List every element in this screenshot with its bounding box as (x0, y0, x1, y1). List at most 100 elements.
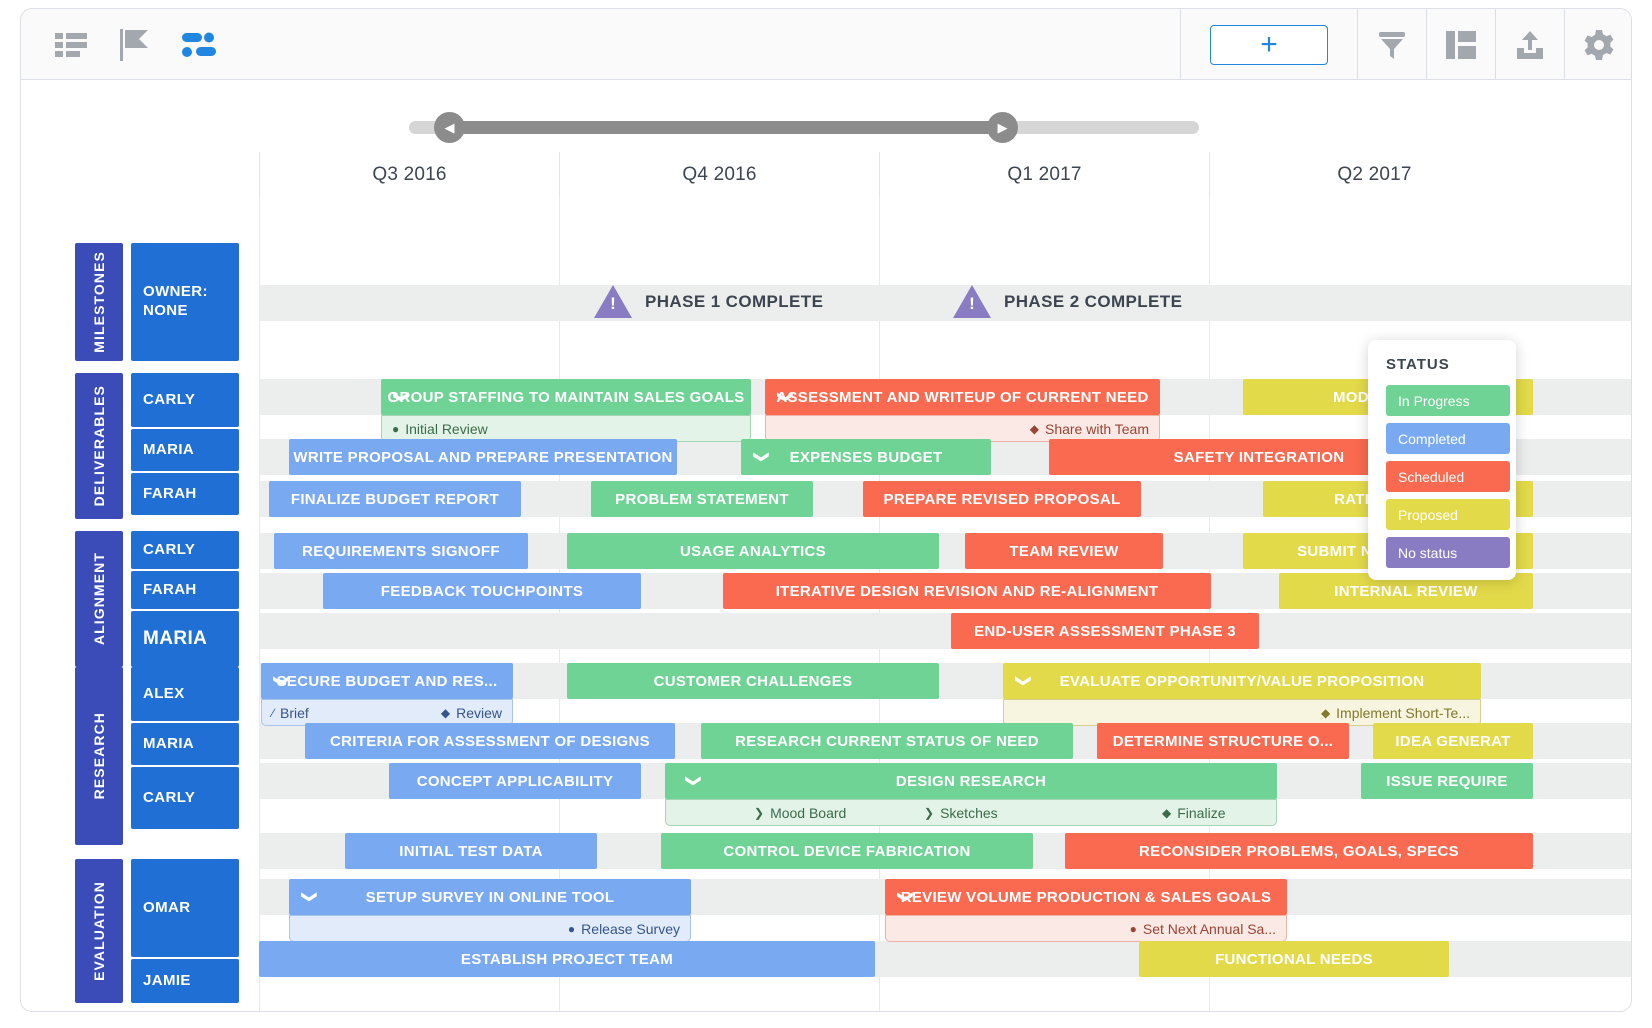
group-label-milestones: MILESTONES (91, 251, 107, 353)
task-bar[interactable]: DETERMINE STRUCTURE O... (1097, 723, 1349, 759)
group-header-milestones[interactable]: MILESTONES (75, 243, 123, 361)
owner-evaluation-jamie[interactable]: JAMIE (131, 959, 239, 1003)
task-bar[interactable]: CONTROL DEVICE FABRICATION (661, 833, 1033, 869)
warning-triangle-icon (953, 285, 991, 318)
milestone-phase-2[interactable]: PHASE 2 COMPLETE (953, 285, 1182, 318)
task-bar[interactable]: ❯ DESIGN RESEARCH (665, 763, 1277, 799)
task-bar[interactable]: ❯ EXPENSES BUDGET (741, 439, 991, 475)
task-bar-label: TEAM REVIEW (1009, 542, 1119, 560)
status-chip-scheduled[interactable]: Scheduled (1386, 461, 1510, 492)
group-header-alignment[interactable]: ALIGNMENT (75, 531, 123, 667)
quarter-header-q1-2017: Q1 2017 (879, 152, 1209, 197)
task-bar[interactable]: END-USER ASSESSMENT PHASE 3 (951, 613, 1259, 649)
subbar-label: Share with Team (1044, 420, 1149, 437)
group-header-evaluation[interactable]: EVALUATION (75, 859, 123, 1003)
filter-icon[interactable] (1358, 9, 1426, 80)
diamond-icon: ◆ (440, 705, 451, 720)
task-bar-label: ASSESSMENT AND WRITEUP OF CURRENT NEED (776, 388, 1149, 406)
task-bar[interactable]: CUSTOMER CHALLENGES (567, 663, 939, 699)
task-bar[interactable]: PROBLEM STATEMENT (591, 481, 813, 517)
task-subbar[interactable]: ◆ Share with Team (765, 415, 1160, 442)
task-bar[interactable]: RESEARCH CURRENT STATUS OF NEED (701, 723, 1073, 759)
group-header-deliverables[interactable]: DELIVERABLES (75, 373, 123, 519)
warning-triangle-icon (594, 285, 632, 318)
task-bar[interactable]: CONCEPT APPLICABILITY (389, 763, 641, 799)
timeline-range-slider[interactable]: ◀ ▶ (409, 112, 1199, 143)
status-chip-no-status[interactable]: No status (1386, 537, 1510, 568)
milestone-phase-1[interactable]: PHASE 1 COMPLETE (594, 285, 823, 318)
task-bar-label: WRITE PROPOSAL AND PREPARE PRESENTATION (293, 448, 673, 466)
subbar-marker: ◆ Implement Short-Te... (1321, 705, 1470, 721)
list-view-icon[interactable] (39, 9, 103, 80)
task-bar[interactable]: ESTABLISH PROJECT TEAM (259, 941, 875, 977)
task-bar[interactable]: CRITERIA FOR ASSESSMENT OF DESIGNS (305, 723, 675, 759)
export-upload-icon[interactable] (1496, 9, 1564, 80)
task-bar-label: CRITERIA FOR ASSESSMENT OF DESIGNS (330, 732, 650, 750)
task-bar[interactable]: WRITE PROPOSAL AND PREPARE PRESENTATION (289, 439, 677, 475)
task-bar[interactable]: IDEA GENERAT (1373, 723, 1533, 759)
gear-icon[interactable] (1565, 9, 1631, 80)
task-subbar[interactable]: ● Set Next Annual Sa... (885, 915, 1287, 942)
subbar-marker: ❯ Mood Board (754, 805, 846, 821)
task-bar[interactable]: INITIAL TEST DATA (345, 833, 597, 869)
task-bar-label: USAGE ANALYTICS (680, 542, 826, 560)
task-bar[interactable]: ❯ REVIEW VOLUME PRODUCTION & SALES GOALS (885, 879, 1287, 915)
slider-handle-right[interactable]: ▶ (987, 112, 1018, 143)
slider-handle-left[interactable]: ◀ (434, 112, 465, 143)
owner-deliverables-carly[interactable]: CARLY (131, 373, 239, 427)
task-bar[interactable]: FEEDBACK TOUCHPOINTS (323, 573, 641, 609)
task-bar[interactable]: FUNCTIONAL NEEDS (1139, 941, 1449, 977)
task-bar[interactable]: FINALIZE BUDGET REPORT (269, 481, 521, 517)
task-bar[interactable]: ❯ GROUP STAFFING TO MAINTAIN SALES GOALS (381, 379, 751, 415)
task-bar[interactable]: USAGE ANALYTICS (567, 533, 939, 569)
diamond-icon: ◆ (1162, 805, 1172, 820)
timeline-glyph (182, 32, 216, 57)
task-bar[interactable]: ❯ SECURE BUDGET AND RES... (261, 663, 513, 699)
subbar-label: Mood Board (770, 804, 847, 821)
task-bar-label: SETUP SURVEY IN ONLINE TOOL (365, 888, 615, 906)
task-subbar[interactable]: ● Release Survey (289, 915, 691, 942)
owner-alignment-maria[interactable]: MARIA (131, 611, 239, 667)
task-subbar[interactable]: ● Initial Review (381, 415, 751, 442)
task-bar[interactable]: TEAM REVIEW (965, 533, 1163, 569)
owner-research-carly[interactable]: CARLY (131, 767, 239, 829)
status-chip-in-progress[interactable]: In Progress (1386, 385, 1510, 416)
task-bar[interactable]: ITERATIVE DESIGN REVISION AND RE-ALIGNME… (723, 573, 1211, 609)
status-chip-proposed[interactable]: Proposed (1386, 499, 1510, 530)
owner-deliverables-farah[interactable]: FARAH (131, 473, 239, 515)
task-bar-label: RESEARCH CURRENT STATUS OF NEED (735, 732, 1039, 750)
task-subbar[interactable]: ◆ Implement Short-Te... (1003, 699, 1481, 726)
task-bar[interactable]: ❯ SETUP SURVEY IN ONLINE TOOL (289, 879, 691, 915)
task-bar-label: PROBLEM STATEMENT (615, 490, 789, 508)
owner-milestones-none[interactable]: OWNER: NONE (131, 243, 239, 361)
subbar-label: Sketches (940, 804, 998, 821)
timeline-view-icon[interactable] (167, 9, 231, 80)
owner-deliverables-maria[interactable]: MARIA (131, 429, 239, 471)
group-label-alignment: ALIGNMENT (91, 552, 107, 646)
subbar-marker: ● Initial Review (392, 421, 488, 437)
group-header-research[interactable]: RESEARCH (75, 667, 123, 845)
owner-research-alex[interactable]: ALEX (131, 667, 239, 721)
subbar-label: Initial Review (405, 420, 488, 437)
owner-research-maria[interactable]: MARIA (131, 723, 239, 765)
layout-panel-icon[interactable] (1427, 9, 1495, 80)
task-bar[interactable]: ISSUE REQUIRE (1361, 763, 1533, 799)
chevron-down-icon: ❯ (776, 390, 794, 404)
task-bar[interactable]: PREPARE REVISED PROPOSAL (863, 481, 1141, 517)
task-bar[interactable]: ❯ ASSESSMENT AND WRITEUP OF CURRENT NEED (765, 379, 1160, 415)
slider-selected-range (449, 121, 1004, 134)
task-subbar[interactable]: ∕ Brief ◆ Review (261, 699, 513, 726)
owner-alignment-carly[interactable]: CARLY (131, 531, 239, 569)
owner-alignment-farah[interactable]: FARAH (131, 571, 239, 609)
add-button[interactable]: + (1210, 24, 1328, 65)
owner-evaluation-omar[interactable]: OMAR (131, 859, 239, 957)
task-bar[interactable]: RECONSIDER PROBLEMS, GOALS, SPECS (1065, 833, 1533, 869)
flag-milestone-icon[interactable] (103, 9, 167, 80)
task-bar-label: IDEA GENERAT (1395, 732, 1511, 750)
task-subbar[interactable]: ❯ Mood Board ❯ Sketches ◆ Finalize (665, 799, 1277, 826)
dot-icon: ● (567, 921, 576, 936)
chevron-down-icon: ❯ (896, 890, 914, 904)
task-bar[interactable]: REQUIREMENTS SIGNOFF (274, 533, 528, 569)
status-chip-completed[interactable]: Completed (1386, 423, 1510, 454)
task-bar[interactable]: ❯ EVALUATE OPPORTUNITY/VALUE PROPOSITION (1003, 663, 1481, 699)
